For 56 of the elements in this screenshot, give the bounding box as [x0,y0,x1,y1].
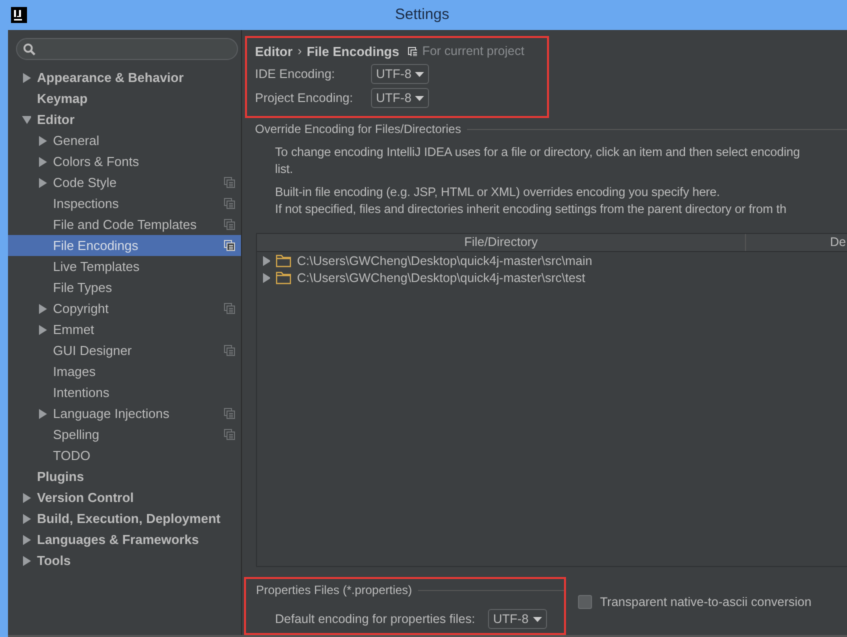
file-path[interactable]: C:\Users\GWCheng\Desktop\quick4j-master\src\test [297,270,586,284]
tree-item[interactable]: Spelling [8,424,241,445]
tree-item[interactable]: Editor [8,109,241,130]
tree-item[interactable]: Copyright [8,298,241,319]
tree-item[interactable]: Live Templates [8,256,241,277]
tree-item[interactable]: Images [8,361,241,382]
description-text: If not specified, files and directories inherit encoding settings from the parent directory or from th [275,201,788,218]
tree-item[interactable]: Tools [8,550,241,571]
section-title: Properties Files (*.properties) [256,583,412,597]
tree-item[interactable]: Languages & Frameworks [8,529,241,550]
description-text: Built-in file encoding (e.g. JSP, HTML or XML) overrides encoding you specify here. [275,184,721,201]
folder-icon [276,254,291,268]
tree-item[interactable]: Inspections [8,193,241,214]
tree-item[interactable]: Intentions [8,382,241,403]
folder-icon [276,270,291,284]
column-header[interactable]: De [746,234,847,251]
section-title: Override Encoding for Files/Directories [255,122,462,136]
breadcrumb-current: File Encodings [306,44,400,58]
tree-item[interactable]: TODO [8,445,241,466]
description-text: To change encoding IntelliJ IDEA uses for a file or directory, click an item and then select encoding [275,144,801,161]
caret-icon [532,616,542,622]
tree-item[interactable]: File Encodings [8,235,241,256]
project-scope-icon [408,46,418,56]
encoding-dropdown[interactable]: UTF-8 [371,88,430,108]
tree-item[interactable]: Plugins [8,466,241,487]
search-icon [23,42,36,56]
caret-icon [415,96,424,100]
tree-item[interactable]: GUI Designer [8,340,241,361]
description-text: list. [275,161,294,178]
tree-item[interactable]: Code Style [8,172,241,193]
field-label: IDE Encoding: [255,67,336,81]
field-label: Project Encoding: [255,91,354,105]
encoding-dropdown[interactable]: UTF-8 [371,64,430,84]
breadcrumb-separator: › [298,44,302,58]
breadcrumb-parent: Editor [255,44,293,58]
app-logo-icon [11,7,27,23]
checkbox[interactable] [578,595,592,609]
tree-item[interactable]: Appearance & Behavior [8,67,241,88]
scope-note: For current project [422,44,524,58]
tree-item[interactable]: Version Control [8,487,241,508]
tree-item[interactable]: Emmet [8,319,241,340]
checkbox-label: Transparent native-to-ascii conversion [600,595,812,609]
search-field[interactable] [16,38,238,60]
tree-item[interactable]: Keymap [8,88,241,109]
window-title: Settings [395,6,450,23]
tree-item[interactable]: General [8,130,241,151]
column-header[interactable]: File/Directory [257,234,746,251]
caret-icon [415,72,424,76]
encoding-dropdown[interactable]: UTF-8 [488,609,547,629]
tree-item[interactable]: File and Code Templates [8,214,241,235]
field-label: Default encoding for properties files: [275,612,476,626]
tree-item[interactable]: Colors & Fonts [8,151,241,172]
tree-item[interactable]: Language Injections [8,403,241,424]
tree-item[interactable]: Build, Execution, Deployment [8,508,241,529]
tree-item[interactable]: File Types [8,277,241,298]
file-path[interactable]: C:\Users\GWCheng\Desktop\quick4j-master\src\main [297,254,592,268]
